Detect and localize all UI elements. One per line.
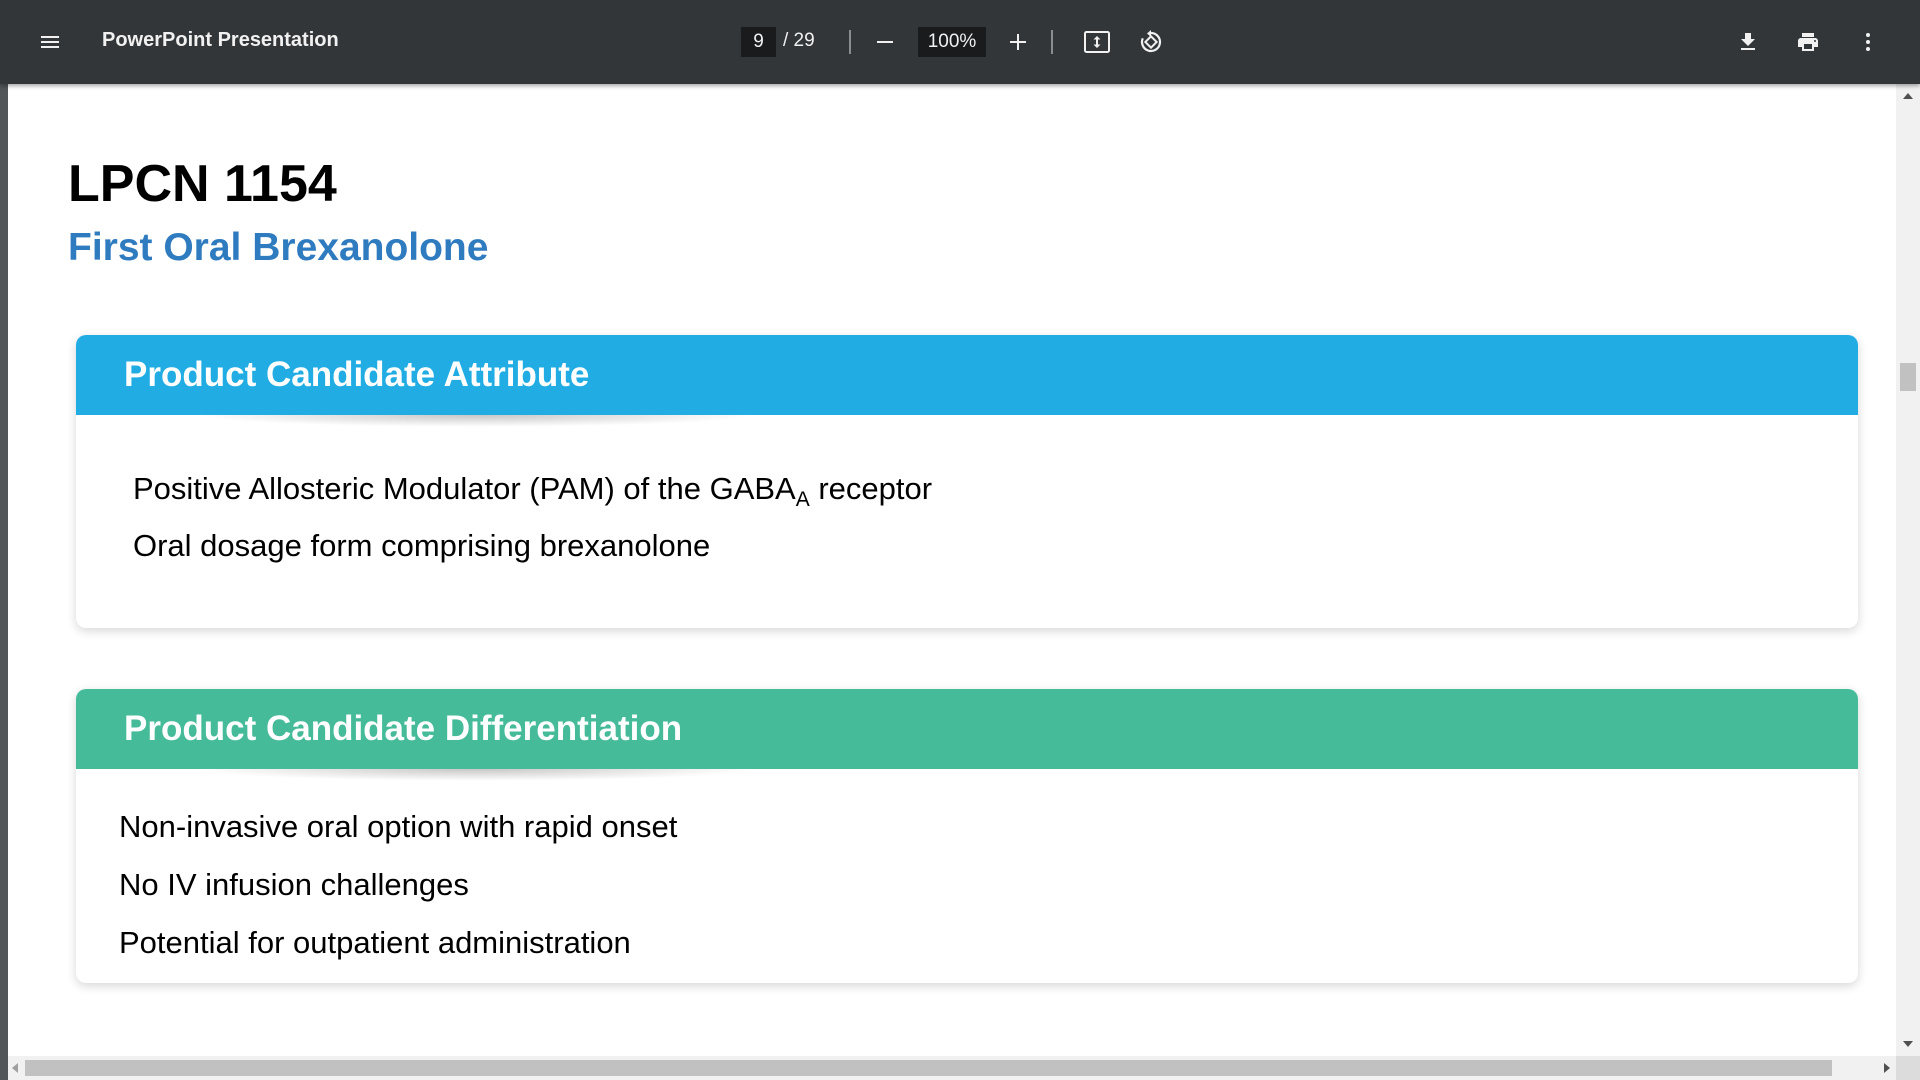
attribute-card: Product Candidate Attribute Positive All…: [76, 335, 1858, 628]
differentiation-bullet: No IV infusion challenges: [119, 867, 469, 902]
scroll-left-arrow-icon[interactable]: [12, 1063, 18, 1073]
pdf-page: LPCN 1154 First Oral Brexanolone Product…: [8, 84, 1896, 1056]
print-icon: [1795, 30, 1821, 54]
page-number-input[interactable]: [741, 27, 776, 57]
minus-icon: [873, 30, 897, 54]
zoom-in-button[interactable]: [994, 18, 1042, 66]
differentiation-bullet: Potential for outpatient administration: [119, 925, 631, 960]
plus-icon: [1006, 30, 1030, 54]
scroll-up-arrow-icon[interactable]: [1903, 93, 1913, 99]
vertical-scrollbar-thumb[interactable]: [1900, 363, 1916, 391]
hamburger-menu-icon: [38, 30, 62, 54]
zoom-out-button[interactable]: [861, 18, 909, 66]
pdf-toolbar: PowerPoint Presentation / 29: [0, 0, 1920, 84]
differentiation-bullet: Non-invasive oral option with rapid onse…: [119, 809, 678, 844]
more-vertical-icon: [1856, 30, 1880, 54]
toolbar-divider: [849, 30, 851, 54]
attribute-bullet: Oral dosage form comprising brexanolone: [133, 528, 711, 563]
rotate-button[interactable]: [1127, 18, 1175, 66]
slide-subtitle: First Oral Brexanolone: [68, 226, 489, 269]
print-button[interactable]: [1784, 18, 1832, 66]
menu-button[interactable]: [26, 18, 74, 66]
zoom-level-input[interactable]: [918, 27, 986, 57]
horizontal-scrollbar[interactable]: [8, 1056, 1896, 1080]
differentiation-card: Product Candidate Differentiation Non-in…: [76, 689, 1858, 983]
toolbar-divider: [1051, 30, 1053, 54]
attribute-bullet: Positive Allosteric Modulator (PAM) of t…: [133, 471, 933, 511]
document-title: PowerPoint Presentation: [102, 29, 339, 51]
scrollbar-corner: [1896, 1056, 1920, 1080]
viewer-background: [0, 84, 8, 1080]
vertical-scrollbar[interactable]: [1896, 84, 1920, 1056]
fit-to-page-button[interactable]: [1073, 18, 1121, 66]
page-total: / 29: [783, 30, 815, 51]
slide-title: LPCN 1154: [68, 155, 337, 213]
rotate-counterclockwise-icon: [1138, 29, 1164, 55]
attribute-card-header: Product Candidate Attribute: [76, 335, 1858, 427]
download-icon: [1736, 30, 1760, 54]
more-options-button[interactable]: [1844, 18, 1892, 66]
differentiation-card-header: Product Candidate Differentiation: [76, 689, 1858, 781]
scroll-down-arrow-icon[interactable]: [1903, 1041, 1913, 1047]
horizontal-scrollbar-thumb[interactable]: [25, 1060, 1832, 1076]
fit-to-page-icon: [1083, 30, 1111, 54]
download-button[interactable]: [1724, 18, 1772, 66]
scroll-right-arrow-icon[interactable]: [1884, 1063, 1890, 1073]
